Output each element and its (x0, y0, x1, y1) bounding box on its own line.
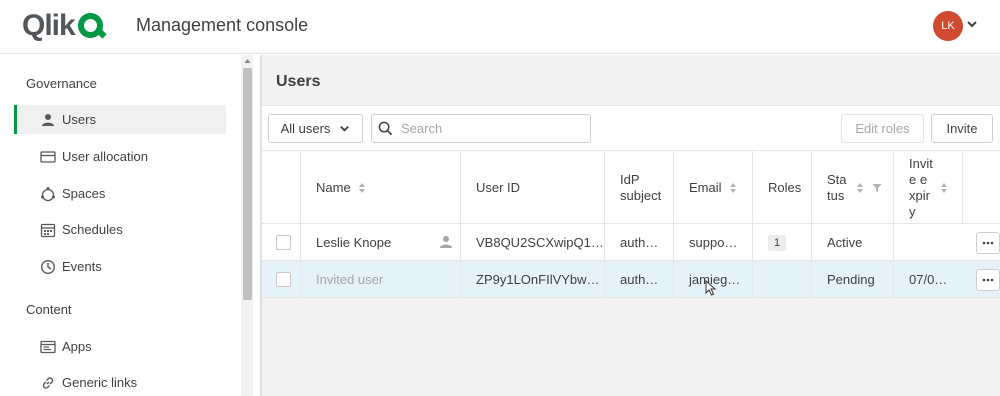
apps-icon (39, 338, 57, 356)
sidebar-item-user-allocation[interactable]: User allocation (14, 142, 226, 171)
card-icon (39, 148, 57, 166)
more-icon (982, 278, 994, 282)
sidebar-item-label: Events (62, 259, 102, 274)
column-header-status[interactable]: Status (811, 151, 893, 224)
qlik-logo[interactable]: Qlik (22, 8, 107, 44)
table-row[interactable]: Invited user ZP9y1LOnFIlVYbw… auth… jami… (262, 261, 1000, 298)
sidebar-item-users[interactable]: Users (14, 105, 226, 134)
cell-name: Leslie Knope (300, 224, 460, 261)
spaces-icon (39, 185, 57, 203)
table-row[interactable]: Leslie Knope VB8QU2SCXwipQ1… auth… suppo… (262, 224, 1000, 261)
sidebar-item-label: Generic links (62, 375, 138, 390)
search-icon (378, 121, 393, 136)
table-header: Name User ID IdP subject Email Roles Sta… (262, 150, 1000, 224)
page-title: Users (276, 73, 321, 90)
sidebar-item-label: User allocation (62, 149, 148, 164)
cell-email: suppo… (673, 224, 752, 261)
cell-status: Pending (811, 261, 893, 298)
sidebar-item-schedules[interactable]: Schedules (14, 215, 226, 244)
sidebar-item-label: Schedules (62, 222, 123, 237)
cell-idp-subject: auth… (604, 261, 674, 298)
sidebar-item-label: Apps (62, 339, 92, 354)
roles-count-badge: 1 (768, 234, 786, 251)
toolbar: All users Edit roles Invite (262, 105, 1000, 150)
column-header-name[interactable]: Name (300, 151, 460, 224)
mouse-cursor-icon (705, 280, 717, 296)
section-title-content: Content (26, 302, 72, 317)
sort-icon (729, 182, 736, 193)
column-header-idp-subject[interactable]: IdP subject (604, 151, 674, 224)
edit-roles-button[interactable]: Edit roles (841, 114, 924, 143)
column-header-email[interactable]: Email (673, 151, 752, 224)
filter-icon[interactable] (872, 183, 882, 193)
all-users-filter[interactable]: All users (268, 114, 363, 143)
sort-icon (857, 182, 863, 193)
cell-idp-subject: auth… (604, 224, 674, 261)
chevron-down-icon[interactable] (966, 18, 978, 30)
user-icon (440, 236, 452, 248)
avatar[interactable]: LK (933, 11, 963, 41)
app-title: Management console (136, 15, 309, 35)
invite-button[interactable]: Invite (931, 114, 993, 143)
sort-icon (941, 182, 947, 193)
column-header-actions (962, 151, 1000, 224)
top-bar: Qlik Management console LK (0, 0, 1000, 54)
cell-user-id: VB8QU2SCXwipQ1… (460, 224, 604, 261)
sidebar-scrollbar-thumb[interactable] (243, 68, 252, 300)
sort-icon (358, 182, 365, 193)
sidebar-item-label: Spaces (62, 186, 106, 201)
search-input[interactable] (401, 121, 581, 136)
more-icon (982, 241, 994, 245)
main-panel: Users All users Edit roles Invite Name U… (262, 55, 1000, 396)
cell-roles: 1 (752, 224, 811, 261)
search-field[interactable] (371, 114, 591, 143)
cell-invite-expiry: 07/0… (893, 261, 963, 298)
clock-icon (39, 258, 57, 276)
column-header-user-id[interactable]: User ID (460, 151, 604, 224)
row-actions-button[interactable] (976, 269, 1000, 291)
sidebar-item-events[interactable]: Events (14, 252, 226, 281)
filter-label: All users (280, 121, 331, 136)
link-icon (39, 374, 57, 392)
cell-status: Active (811, 224, 893, 261)
sidebar-item-apps[interactable]: Apps (14, 332, 226, 361)
calendar-icon (39, 221, 57, 239)
logo-q-icon (76, 11, 107, 41)
sidebar: Governance Users User allocation Spaces … (0, 55, 241, 396)
user-icon (39, 111, 57, 129)
sidebar-item-label: Users (62, 112, 96, 127)
row-checkbox[interactable] (276, 272, 291, 287)
chevron-down-icon (340, 126, 350, 132)
section-title-governance: Governance (26, 76, 97, 91)
logo-text: Qlik (22, 9, 76, 42)
cell-name: Invited user (300, 261, 460, 298)
row-actions-button[interactable] (976, 232, 1000, 254)
column-header-roles[interactable]: Roles (752, 151, 811, 224)
sidebar-item-spaces[interactable]: Spaces (14, 179, 226, 208)
cell-roles (752, 261, 811, 298)
cell-invite-expiry (893, 224, 963, 261)
row-checkbox[interactable] (276, 235, 291, 250)
cell-user-id: ZP9y1LOnFIlVYbw… (460, 261, 604, 298)
sidebar-item-generic-links[interactable]: Generic links (14, 368, 226, 396)
scroll-up-arrow-icon[interactable] (243, 57, 252, 65)
column-header-invite-expiry[interactable]: Invite expiry (893, 151, 963, 224)
